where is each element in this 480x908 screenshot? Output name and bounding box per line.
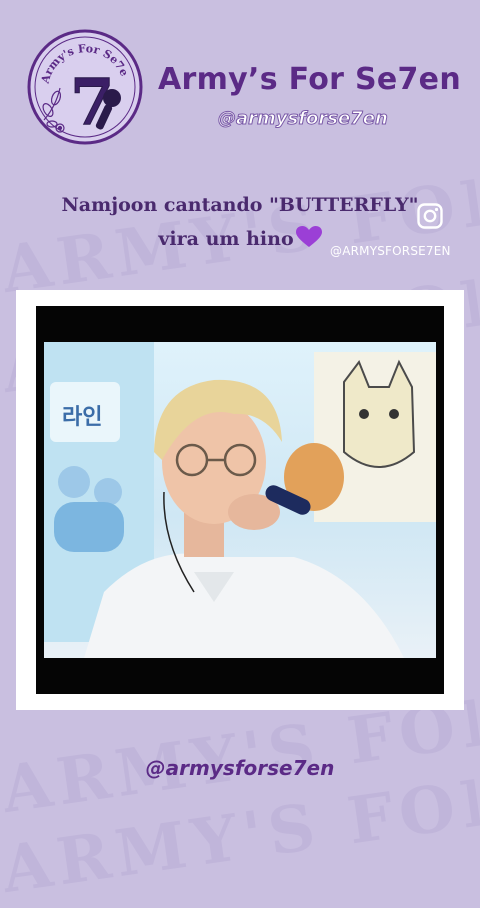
video-still: 라인	[44, 342, 436, 658]
brand-title: Army’s For Se7en	[158, 62, 461, 97]
instagram-handle[interactable]: @ARMYSFORSE7EN	[330, 244, 451, 258]
video-player[interactable]: 라인	[36, 306, 444, 694]
footer-handle[interactable]: @armysforse7en	[0, 756, 480, 780]
instagram-icon[interactable]	[417, 203, 443, 229]
brand-handle[interactable]: @armysforse7en	[218, 108, 389, 130]
video-frame: 라인	[44, 342, 436, 658]
brand-logo: Army's For Se7en 7	[26, 28, 143, 145]
video-card: 라인	[16, 290, 464, 710]
headline-line-1: Namjoon cantando "BUTTERFLY"	[61, 194, 419, 216]
purple-heart-icon	[295, 226, 322, 247]
sign-text: 라인	[62, 405, 102, 430]
